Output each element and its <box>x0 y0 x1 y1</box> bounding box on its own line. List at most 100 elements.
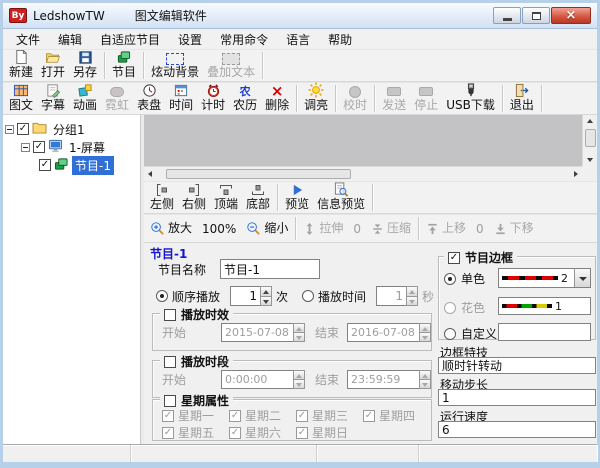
weekday-saturday[interactable]: 星期六 <box>229 424 296 441</box>
menu-language[interactable]: 语言 <box>277 29 319 50</box>
animation-button[interactable]: 动画 <box>69 83 101 114</box>
spin-up-icon[interactable] <box>260 286 272 297</box>
vertical-scroll-thumb[interactable] <box>585 129 596 147</box>
overlay-text-button[interactable]: 叠加文本 <box>203 50 259 81</box>
stretch-button[interactable]: 拉伸 <box>299 215 347 242</box>
lunar-calendar-button[interactable]: 农 农历 <box>229 83 261 114</box>
weekday-monday[interactable]: 星期一 <box>162 407 229 424</box>
run-speed-input[interactable]: 6 <box>438 421 596 438</box>
validity-checkbox[interactable] <box>164 309 176 321</box>
spin-down-icon[interactable] <box>406 297 418 307</box>
custom-color-field[interactable] <box>498 323 591 341</box>
program-name-input[interactable]: 节目-1 <box>220 259 320 279</box>
spin-up-icon[interactable] <box>293 370 305 380</box>
period-start-input[interactable]: 0:00:00 <box>221 370 305 389</box>
weekday-tuesday[interactable]: 星期二 <box>229 407 296 424</box>
tree-item-label[interactable]: 节目-1 <box>72 156 114 175</box>
scroll-up-icon[interactable] <box>587 119 593 123</box>
new-button[interactable]: 新建 <box>5 50 37 81</box>
spin-down-icon[interactable] <box>293 333 305 342</box>
spin-up-icon[interactable] <box>419 323 431 333</box>
menu-help[interactable]: 帮助 <box>319 29 361 50</box>
menu-settings[interactable]: 设置 <box>169 29 211 50</box>
graphic-text-button[interactable]: 图文 <box>5 83 37 114</box>
spin-down-icon[interactable] <box>293 380 305 389</box>
spin-down-icon[interactable] <box>419 333 431 342</box>
menu-file[interactable]: 文件 <box>7 29 49 50</box>
validity-end-input[interactable]: 2016-07-08 <box>347 323 431 342</box>
time-sync-button[interactable]: 校时 <box>339 83 371 114</box>
spin-up-icon[interactable] <box>419 370 431 380</box>
single-color-radio[interactable] <box>444 273 456 285</box>
weekday-thursday[interactable]: 星期四 <box>363 407 415 424</box>
spin-down-icon[interactable] <box>260 297 272 307</box>
spin-up-icon[interactable] <box>406 286 418 297</box>
play-order-label[interactable]: 顺序播放 <box>172 288 220 305</box>
preview-button[interactable]: 预览 <box>281 182 313 213</box>
multi-color-radio[interactable] <box>444 302 456 314</box>
weekday-wednesday[interactable]: 星期三 <box>296 407 363 424</box>
play-time-label[interactable]: 播放时间 <box>318 288 366 305</box>
align-left-button[interactable]: 左侧 <box>146 182 178 213</box>
custom-color-radio[interactable] <box>444 328 456 340</box>
collapse-icon[interactable] <box>21 143 30 152</box>
tree-item-label[interactable]: 分组1 <box>50 120 88 139</box>
multi-color-label[interactable]: 花色 <box>461 299 485 316</box>
menu-edit[interactable]: 编辑 <box>49 29 91 50</box>
dazzle-background-button[interactable]: 炫动背景 <box>147 50 203 81</box>
horizontal-scrollbar[interactable] <box>144 166 582 181</box>
weekday-friday[interactable]: 星期五 <box>162 424 229 441</box>
border-effect-input[interactable]: 顺时针转动 <box>438 357 596 374</box>
collapse-icon[interactable] <box>5 125 14 134</box>
play-time-radio[interactable] <box>302 290 314 302</box>
vertical-scrollbar[interactable] <box>582 115 597 166</box>
maximize-button[interactable] <box>522 7 550 24</box>
single-color-combobox[interactable]: 2 <box>498 268 591 288</box>
align-top-button[interactable]: 顶端 <box>210 182 242 213</box>
horizontal-scroll-thumb[interactable] <box>166 169 351 179</box>
menu-common-commands[interactable]: 常用命令 <box>211 29 277 50</box>
chevron-down-icon[interactable] <box>574 269 590 287</box>
weekday-sunday[interactable]: 星期日 <box>296 424 348 441</box>
align-bottom-button[interactable]: 底部 <box>242 182 274 213</box>
clock-dial-button[interactable]: 表盘 <box>133 83 165 114</box>
send-button[interactable]: 发送 <box>378 83 410 114</box>
tree-checkbox[interactable] <box>17 123 29 135</box>
tree-item-label[interactable]: 1-屏幕 <box>66 138 108 157</box>
play-order-radio[interactable] <box>156 290 168 302</box>
play-count-spinner[interactable]: 1 <box>230 286 272 306</box>
move-step-input[interactable]: 1 <box>438 389 596 406</box>
spin-up-icon[interactable] <box>293 323 305 333</box>
neon-button[interactable]: 霓虹 <box>101 83 133 114</box>
zoom-in-button[interactable]: 放大 <box>146 215 196 242</box>
period-checkbox[interactable] <box>164 356 176 368</box>
zoom-out-button[interactable]: 缩小 <box>242 215 292 242</box>
scroll-right-icon[interactable] <box>574 171 578 177</box>
single-color-label[interactable]: 单色 <box>461 270 485 287</box>
border-checkbox[interactable] <box>448 252 460 264</box>
exit-button[interactable]: 退出 <box>506 83 538 114</box>
move-down-button[interactable]: 下移 <box>490 215 538 242</box>
multi-color-field[interactable]: 1 <box>498 297 591 315</box>
delete-button[interactable]: × 删除 <box>261 83 293 114</box>
spin-down-icon[interactable] <box>419 380 431 389</box>
brightness-button[interactable]: 调亮 <box>300 83 332 114</box>
tree-item-program[interactable]: 节目-1 <box>5 156 138 174</box>
usb-download-button[interactable]: USB下载 <box>442 83 499 114</box>
validity-start-input[interactable]: 2015-07-08 <box>221 323 305 342</box>
info-preview-button[interactable]: 信息预览 <box>313 182 369 213</box>
custom-color-label[interactable]: 自定义 <box>461 325 497 342</box>
open-button[interactable]: 打开 <box>37 50 69 81</box>
timer-button[interactable]: 计时 <box>197 83 229 114</box>
stop-button[interactable]: 停止 <box>410 83 442 114</box>
program-button[interactable]: 节目 <box>108 50 140 81</box>
tree-item-group[interactable]: 分组1 <box>5 120 138 138</box>
tree-checkbox[interactable] <box>39 159 51 171</box>
time-button[interactable]: 时间 <box>165 83 197 114</box>
scroll-down-icon[interactable] <box>587 158 593 162</box>
close-button[interactable]: × <box>551 7 591 24</box>
save-as-button[interactable]: 另存 <box>69 50 101 81</box>
minimize-button[interactable] <box>493 7 521 24</box>
scroll-left-icon[interactable] <box>148 171 152 177</box>
align-right-button[interactable]: 右侧 <box>178 182 210 213</box>
